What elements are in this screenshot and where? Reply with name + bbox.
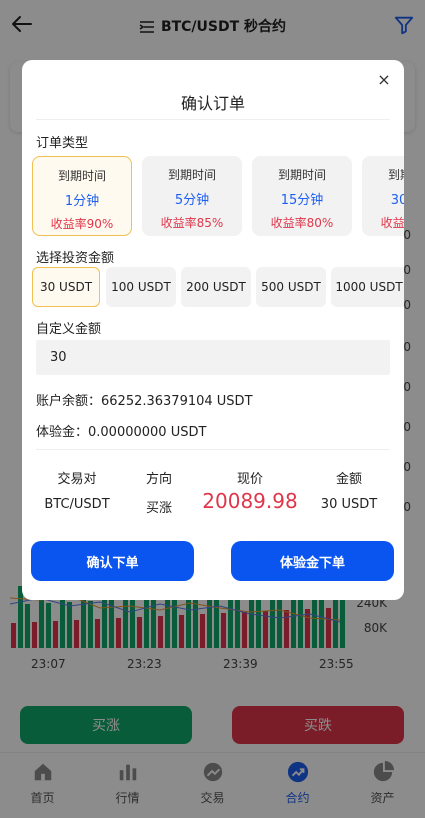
- summary-header: 方向: [145, 472, 172, 487]
- summary-pair: 交易对 BTC/USDT: [32, 468, 122, 512]
- current-price: 20089.98: [202, 489, 298, 513]
- summary-price: 现价 20089.98: [198, 468, 302, 513]
- close-icon[interactable]: ×: [376, 72, 392, 88]
- duration-title: 到期时间: [167, 168, 216, 182]
- summary-direction: 方向 买涨: [114, 468, 204, 516]
- dialog-title: 确认订单: [180, 94, 245, 113]
- trial-order-button[interactable]: 体验金下单: [231, 541, 394, 581]
- summary-amount: 金额 30 USDT: [304, 468, 394, 512]
- divider: [36, 119, 390, 120]
- summary-header: 金额: [335, 472, 362, 487]
- account-balance: 账户余额：66252.36379104 USDT: [36, 394, 253, 409]
- confirm-order-button[interactable]: 确认下单: [31, 541, 194, 581]
- amount-option[interactable]: 30 USDT: [32, 267, 100, 307]
- duration-time: 30分钟: [390, 193, 404, 208]
- amount-option[interactable]: 1000 USDT: [331, 267, 404, 307]
- amount-label: 选择投资金额: [36, 251, 115, 266]
- order-type-label: 订单类型: [36, 136, 89, 151]
- summary-header: 交易对: [57, 472, 97, 487]
- duration-option[interactable]: 到期时间 5分钟 收益率85%: [142, 156, 242, 236]
- summary-value: 30 USDT: [320, 497, 378, 512]
- summary-value: BTC/USDT: [44, 497, 110, 512]
- amount-option[interactable]: 500 USDT: [256, 267, 326, 307]
- duration-options: 到期时间 1分钟 收益率90% 到期时间 5分钟 收益率85% 到期时间 15分…: [32, 156, 404, 236]
- duration-rate: 收益率85%: [160, 216, 224, 230]
- duration-rate: 收益率75%: [380, 216, 404, 230]
- trial-balance: 体验金：0.00000000 USDT: [36, 425, 207, 440]
- duration-time: 15分钟: [280, 193, 324, 208]
- duration-title: 到期时间: [277, 168, 326, 182]
- duration-option[interactable]: 到期时间 15分钟 收益率80%: [252, 156, 352, 236]
- custom-amount-label: 自定义金额: [36, 322, 102, 337]
- amount-options: 30 USDT 100 USDT 200 USDT 500 USDT 1000 …: [32, 267, 404, 307]
- confirm-order-dialog: × 确认订单 订单类型 到期时间 1分钟 收益率90% 到期时间 5分钟 收益率…: [22, 60, 404, 600]
- amount-option[interactable]: 100 USDT: [106, 267, 176, 307]
- amount-option[interactable]: 200 USDT: [181, 267, 251, 307]
- duration-option[interactable]: 到期时间 30分钟 收益率75%: [362, 156, 404, 236]
- custom-amount-input[interactable]: [36, 340, 390, 375]
- duration-rate: 收益率80%: [270, 216, 334, 230]
- duration-time: 5分钟: [174, 193, 210, 208]
- duration-rate: 收益率90%: [50, 217, 114, 231]
- duration-title: 到期时间: [387, 168, 404, 182]
- duration-option[interactable]: 到期时间 1分钟 收益率90%: [32, 156, 132, 236]
- divider: [36, 449, 390, 450]
- duration-time: 1分钟: [64, 194, 100, 209]
- duration-title: 到期时间: [57, 169, 106, 183]
- summary-value: 买涨: [145, 501, 172, 516]
- summary-header: 现价: [236, 472, 263, 487]
